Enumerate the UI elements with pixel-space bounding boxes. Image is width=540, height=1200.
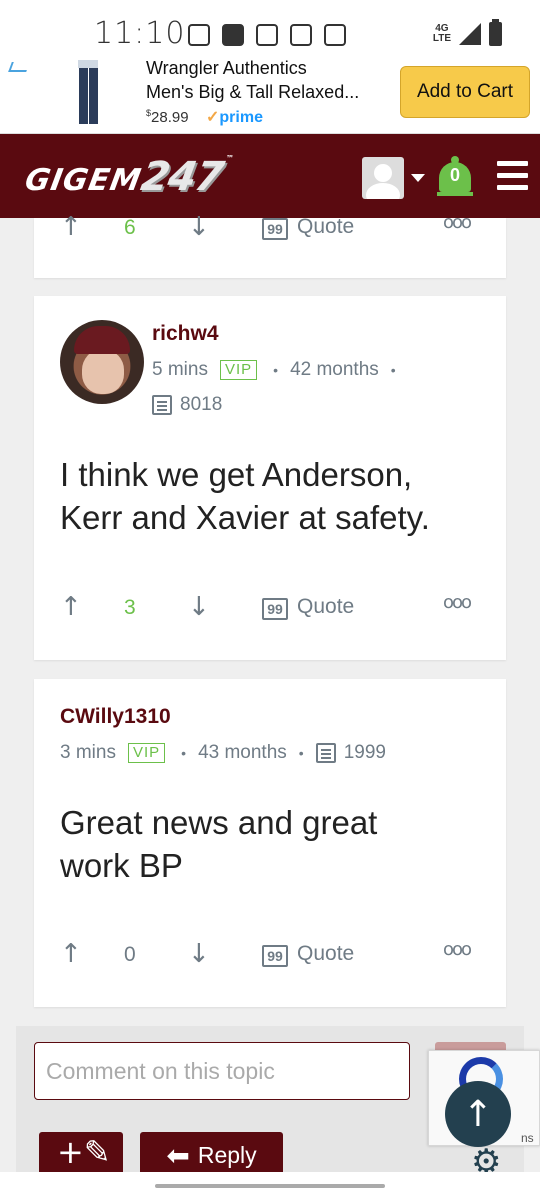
calendar-icon: [324, 24, 346, 46]
upvote-icon[interactable]: ↑: [60, 592, 82, 622]
system-icons: 4G LTE: [432, 19, 502, 46]
reply-arrow-icon: ⬅: [166, 1138, 190, 1172]
product-image[interactable]: [68, 60, 108, 128]
post-card: ↑ 6 ↓ 99 Quote ooo: [34, 212, 506, 278]
upvote-icon[interactable]: ↑: [60, 939, 82, 969]
calendar-icon: [290, 24, 312, 46]
user-avatar[interactable]: [362, 157, 404, 199]
vote-count: 0: [124, 943, 136, 966]
post-time: 5 mins: [152, 359, 208, 380]
network-indicator: 4G LTE: [432, 23, 451, 44]
ad-banner[interactable]: Wrangler Authentics Men's Big & Tall Rel…: [0, 58, 540, 134]
comment-input[interactable]: [35, 1043, 409, 1099]
more-options-icon[interactable]: ooo: [443, 212, 472, 233]
downvote-icon[interactable]: ↓: [188, 592, 210, 622]
hamburger-menu-icon[interactable]: [497, 161, 528, 191]
member-tenure: 43 months: [198, 742, 287, 763]
author-name[interactable]: CWilly1310: [60, 705, 171, 729]
site-header: GIGEM247™ 0: [0, 134, 540, 218]
post-meta: 3 mins VIP • 43 months • 1999: [60, 742, 386, 763]
arrow-up-icon: ↑: [462, 1093, 494, 1135]
post-body: I think we get Anderson, Kerr and Xavier…: [60, 456, 430, 536]
upvote-icon[interactable]: ↑: [60, 212, 82, 242]
post-actions: ↑ 0 ↓ 99 Quote ooo: [34, 937, 506, 977]
post-count: 1999: [343, 742, 386, 763]
add-to-cart-button[interactable]: Add to Cart: [400, 66, 530, 118]
member-tenure: 42 months: [290, 359, 379, 380]
radio-icon: [188, 24, 210, 46]
quote-icon[interactable]: 99: [262, 218, 288, 240]
author-name[interactable]: richw4: [152, 322, 219, 346]
vip-badge: VIP: [127, 743, 166, 763]
author-avatar[interactable]: [60, 320, 144, 404]
chevron-down-icon[interactable]: [411, 174, 425, 182]
quote-icon[interactable]: 99: [262, 945, 288, 967]
quote-button[interactable]: Quote: [297, 215, 354, 239]
quote-button[interactable]: Quote: [297, 942, 354, 966]
scroll-to-top-button[interactable]: ↑: [445, 1081, 511, 1147]
signal-icon: [459, 23, 481, 45]
post-count: 8018: [180, 394, 223, 415]
post-card: richw4 5 mins VIP • 42 months • 8018 I t…: [34, 296, 506, 660]
notification-count: 0: [449, 165, 460, 185]
status-bar: 11:10 4G LTE: [0, 0, 540, 60]
facebook-icon: [222, 24, 244, 46]
battery-icon: [489, 19, 502, 46]
ad-choices-icon[interactable]: [8, 62, 30, 72]
quote-button[interactable]: Quote: [297, 595, 354, 619]
post-count-row: 8018: [152, 394, 222, 416]
post-body: Great news and great work BP: [60, 804, 378, 884]
clock: 11:10: [94, 16, 186, 51]
vote-count: 6: [124, 216, 136, 239]
gallery-icon: [256, 24, 278, 46]
posts-icon: [152, 395, 172, 415]
vip-badge: VIP: [219, 360, 258, 380]
plus-pencil-icon: +✎: [57, 1133, 111, 1171]
prime-badge: ✓prime: [206, 109, 263, 126]
post-actions: ↑ 3 ↓ 99 Quote ooo: [34, 590, 506, 630]
quote-icon[interactable]: 99: [262, 598, 288, 620]
ad-product-title[interactable]: Wrangler Authentics Men's Big & Tall Rel…: [146, 56, 386, 104]
notifications-bell-icon[interactable]: 0: [437, 156, 473, 200]
more-options-icon[interactable]: ooo: [443, 939, 472, 960]
more-options-icon[interactable]: ooo: [443, 592, 472, 613]
vote-count: 3: [124, 596, 136, 619]
post-time: 3 mins: [60, 742, 116, 763]
notification-icons: [188, 24, 346, 46]
post-meta: 5 mins VIP • 42 months •: [152, 359, 396, 380]
posts-icon: [315, 743, 336, 763]
home-gesture-bar[interactable]: [155, 1184, 385, 1188]
downvote-icon[interactable]: ↓: [188, 939, 210, 969]
post-card: CWilly1310 3 mins VIP • 43 months • 1999…: [34, 679, 506, 1007]
downvote-icon[interactable]: ↓: [188, 212, 210, 242]
site-logo[interactable]: GIGEM247™: [22, 154, 235, 200]
post-actions: ↑ 6 ↓ 99 Quote ooo: [34, 210, 506, 250]
comment-field[interactable]: [34, 1042, 410, 1100]
ad-price: $28.99: [146, 108, 189, 126]
